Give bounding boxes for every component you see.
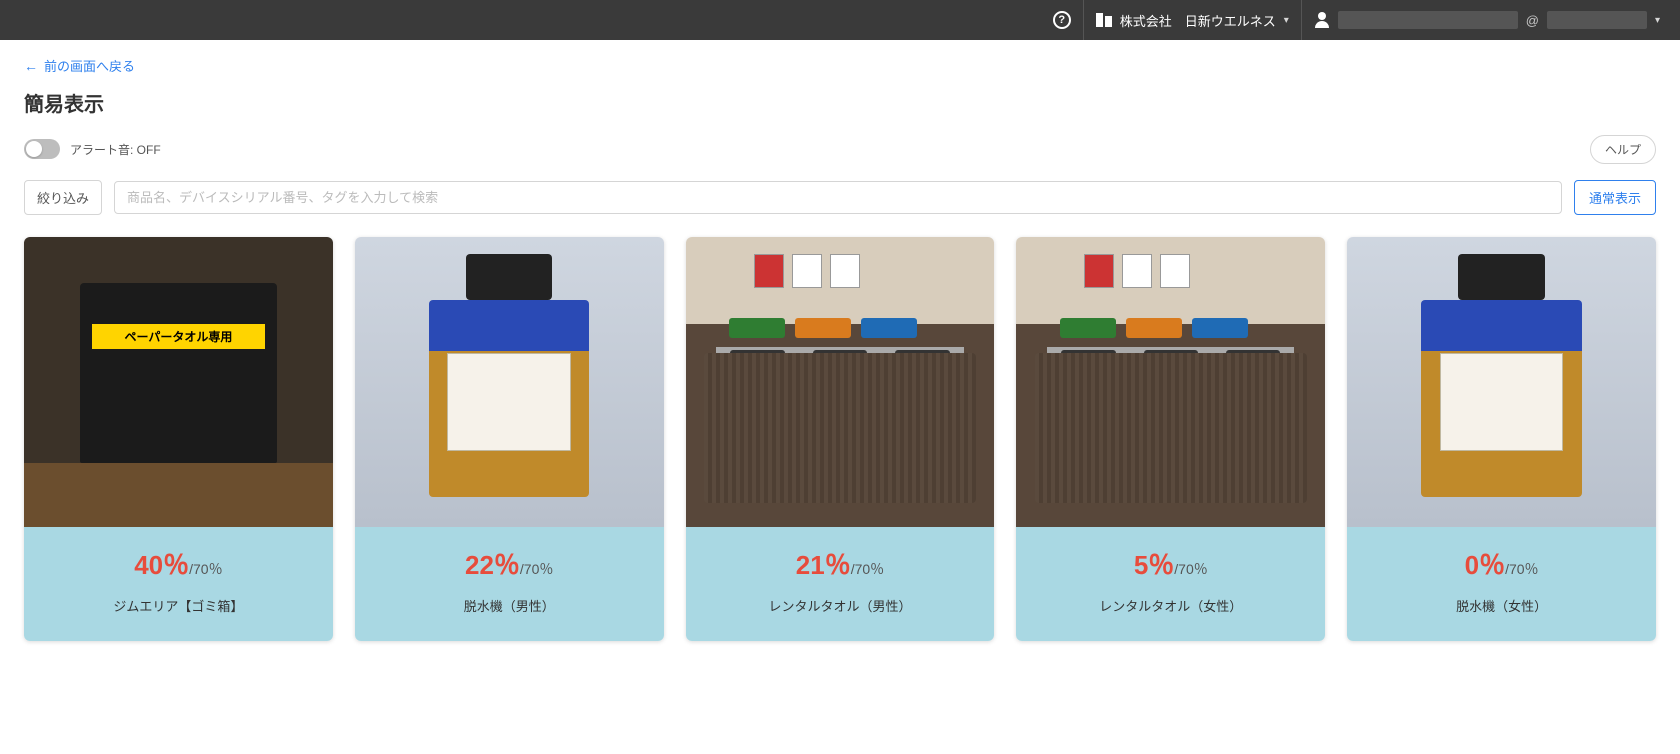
filter-button[interactable]: 絞り込み: [24, 180, 102, 215]
toggle-knob: [26, 141, 42, 157]
fill-percent: 22％: [465, 550, 520, 580]
page-body: ← 前の画面へ戻る 簡易表示 アラート音: OFF ヘルプ 絞り込み 通常表示 …: [0, 40, 1680, 657]
device-card[interactable]: 5％/70％ レンタルタオル（女性）: [1016, 237, 1325, 641]
user-menu[interactable]: @ ▾: [1301, 0, 1672, 40]
device-label: 脱水機（男性）: [365, 596, 654, 615]
device-card[interactable]: 22％/70％ 脱水機（男性）: [355, 237, 664, 641]
device-card-footer: 5％/70％ レンタルタオル（女性）: [1016, 527, 1325, 641]
device-card-footer: 0％/70％ 脱水機（女性）: [1347, 527, 1656, 641]
email-at: @: [1526, 13, 1539, 28]
device-card[interactable]: 0％/70％ 脱水機（女性）: [1347, 237, 1656, 641]
org-switcher[interactable]: 株式会社 日新ウエルネス ▾: [1083, 0, 1301, 40]
fill-percent: 40％: [134, 550, 189, 580]
device-label: 脱水機（女性）: [1357, 596, 1646, 615]
user-domain-masked: [1547, 11, 1647, 29]
device-card-footer: 21％/70％ レンタルタオル（男性）: [686, 527, 995, 641]
user-name-masked: [1338, 11, 1518, 29]
device-thumbnail: [1347, 237, 1656, 527]
building-icon: [1096, 13, 1112, 27]
threshold-percent: /70％: [1174, 561, 1207, 577]
device-label: レンタルタオル（女性）: [1026, 596, 1315, 615]
help-section[interactable]: ?: [1041, 0, 1083, 40]
normal-view-button[interactable]: 通常表示: [1574, 180, 1656, 215]
fill-percent: 5％: [1134, 550, 1174, 580]
device-label: ジムエリア【ゴミ箱】: [34, 596, 323, 615]
device-card[interactable]: 21％/70％ レンタルタオル（男性）: [686, 237, 995, 641]
alert-left: アラート音: OFF: [24, 139, 161, 159]
help-icon: ?: [1053, 11, 1071, 29]
user-icon: [1314, 12, 1330, 28]
device-thumbnail: [1016, 237, 1325, 527]
arrow-left-icon: ←: [24, 58, 38, 74]
card-grid: 40％/70％ジムエリア【ゴミ箱】22％/70％脱水機（男性）21％/70％レン…: [24, 237, 1656, 641]
fill-percent: 0％: [1465, 550, 1505, 580]
threshold-percent: /70％: [520, 561, 553, 577]
alert-sound-label: アラート音: OFF: [70, 141, 161, 158]
device-card[interactable]: 40％/70％ ジムエリア【ゴミ箱】: [24, 237, 333, 641]
top-bar: ? 株式会社 日新ウエルネス ▾ @ ▾: [0, 0, 1680, 40]
threshold-percent: /70％: [1505, 561, 1538, 577]
chevron-down-icon: ▾: [1284, 15, 1289, 26]
alert-sound-toggle[interactable]: [24, 139, 60, 159]
help-button[interactable]: ヘルプ: [1590, 135, 1656, 164]
back-link[interactable]: ← 前の画面へ戻る: [24, 56, 135, 75]
fill-percent: 21％: [796, 550, 851, 580]
device-thumbnail: [24, 237, 333, 527]
search-input[interactable]: [114, 181, 1562, 214]
filter-row: 絞り込み 通常表示: [24, 180, 1656, 215]
threshold-percent: /70％: [189, 561, 222, 577]
device-card-footer: 40％/70％ ジムエリア【ゴミ箱】: [24, 527, 333, 641]
alert-row: アラート音: OFF ヘルプ: [24, 135, 1656, 164]
org-name: 株式会社 日新ウエルネス: [1120, 11, 1276, 30]
device-label: レンタルタオル（男性）: [696, 596, 985, 615]
device-thumbnail: [355, 237, 664, 527]
chevron-down-icon: ▾: [1655, 15, 1660, 26]
device-thumbnail: [686, 237, 995, 527]
threshold-percent: /70％: [851, 561, 884, 577]
device-card-footer: 22％/70％ 脱水機（男性）: [355, 527, 664, 641]
back-label: 前の画面へ戻る: [44, 56, 135, 75]
page-title: 簡易表示: [24, 88, 1656, 117]
